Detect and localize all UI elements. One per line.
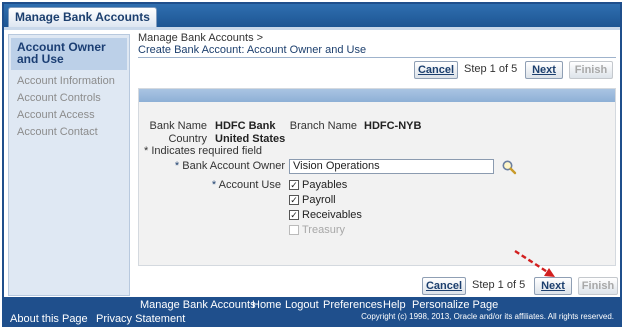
cancel-button-top[interactable]: Cancel xyxy=(414,61,458,79)
breadcrumb[interactable]: Manage Bank Accounts > xyxy=(138,32,263,44)
receivables-checkbox[interactable]: ✓ xyxy=(289,210,299,220)
owner-use-panel: Bank Name HDFC Bank Branch Name HDFC-NYB… xyxy=(138,88,616,266)
branch-name-value: HDFC-NYB xyxy=(364,120,422,132)
footer-link-personalize-page[interactable]: Personalize Page xyxy=(412,299,498,311)
account-use-label: * Account Use xyxy=(211,179,281,191)
footer-link-help[interactable]: Help xyxy=(383,299,406,311)
required-field-note: * Indicates required field xyxy=(144,145,263,157)
bank-account-owner-label: * Bank Account Owner xyxy=(174,160,285,172)
treasury-label: Treasury xyxy=(302,224,345,236)
footer-bar: Manage Bank Accounts Home Logout Prefere… xyxy=(4,297,620,325)
bank-name-label: Bank Name xyxy=(149,120,207,132)
app-frame: Manage Bank Accounts Account Owner and U… xyxy=(2,2,622,327)
privacy-statement-link[interactable]: Privacy Statement xyxy=(96,313,185,325)
bank-name-value: HDFC Bank xyxy=(215,120,276,132)
nav-item-account-access: Account Access xyxy=(17,109,95,121)
copyright-text: Copyright (c) 1998, 2013, Oracle and/or … xyxy=(361,312,614,321)
nav-item-account-owner-and-use[interactable]: Account Owner and Use xyxy=(11,38,127,70)
page-title: Create Bank Account: Account Owner and U… xyxy=(138,44,367,56)
top-tab-bar: Manage Bank Accounts xyxy=(4,4,620,27)
branch-name-label: Branch Name xyxy=(289,120,357,132)
about-this-page-link[interactable]: About this Page xyxy=(10,313,88,325)
country-label: Country xyxy=(168,133,207,145)
panel-header-bar xyxy=(139,89,615,102)
next-button-top[interactable]: Next xyxy=(525,61,563,79)
nav-item-account-controls: Account Controls xyxy=(17,92,101,104)
payables-checkbox[interactable]: ✓ xyxy=(289,180,299,190)
required-star: * xyxy=(174,160,180,172)
nav-item-account-information: Account Information xyxy=(17,75,115,87)
bank-account-owner-input[interactable]: Vision Operations xyxy=(289,159,494,174)
payables-label: Payables xyxy=(302,179,348,191)
footer-link-logout[interactable]: Logout xyxy=(285,299,319,311)
footer-link-home[interactable]: Home xyxy=(252,299,281,311)
payroll-label: Payroll xyxy=(302,194,336,206)
cancel-button-bottom[interactable]: Cancel xyxy=(422,277,466,295)
treasury-checkbox xyxy=(289,225,299,235)
finish-button-top: Finish xyxy=(569,61,613,79)
payroll-checkbox[interactable]: ✓ xyxy=(289,195,299,205)
receivables-label: Receivables xyxy=(302,209,362,221)
magnifier-icon[interactable] xyxy=(501,159,517,175)
nav-item-account-contact: Account Contact xyxy=(17,126,98,138)
annotation-arrow-icon xyxy=(514,249,555,277)
country-value: United States xyxy=(215,133,286,145)
title-divider xyxy=(138,57,616,58)
tab-bar-underline xyxy=(4,27,620,30)
footer-link-manage-bank-accounts[interactable]: Manage Bank Accounts xyxy=(140,299,256,311)
footer-link-preferences[interactable]: Preferences xyxy=(323,299,382,311)
tab-manage-bank-accounts[interactable]: Manage Bank Accounts xyxy=(8,7,157,27)
train-navigation: Account Owner and Use Account Informatio… xyxy=(8,34,130,296)
finish-button-bottom: Finish xyxy=(578,277,618,295)
step-indicator-top: Step 1 of 5 xyxy=(464,63,518,75)
